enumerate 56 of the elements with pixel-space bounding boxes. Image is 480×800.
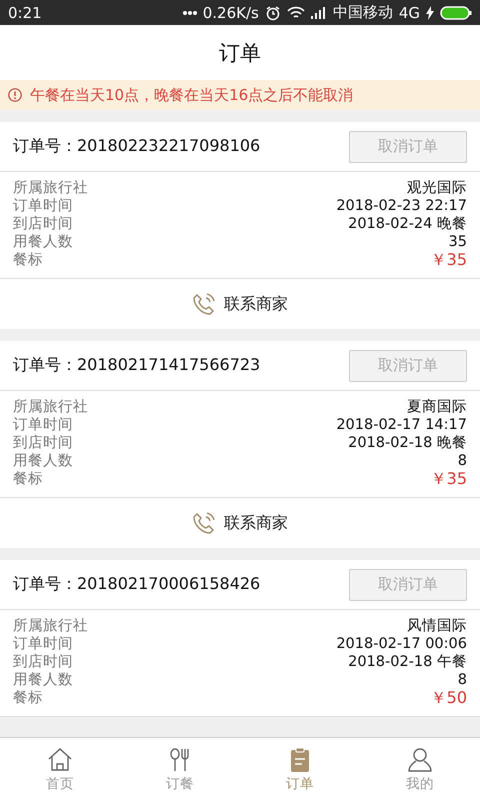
field-value: 2018-02-18 午餐 [348, 653, 467, 671]
field-label: 所属旅行社 [13, 617, 88, 635]
field-label: 餐标 [13, 251, 43, 269]
charging-icon [426, 6, 434, 20]
field-value: 8 [458, 671, 467, 689]
order-number: 订单号：201802170006158426 [13, 574, 260, 595]
nav-tab[interactable]: 首页 [0, 738, 120, 800]
field-value: 风情国际 [407, 617, 467, 635]
field-value: 夏商国际 [407, 398, 467, 416]
price-value: ￥35 [430, 470, 467, 488]
field-label: 到店时间 [13, 653, 73, 671]
nav-tab[interactable]: 我的 [360, 738, 480, 800]
field-label: 用餐人数 [13, 452, 73, 470]
nav-tab[interactable]: 订餐 [120, 738, 240, 800]
field-label: 餐标 [13, 470, 43, 488]
field-value: 8 [458, 452, 467, 470]
field-value: 2018-02-17 00:06 [336, 635, 467, 653]
signal-icon [310, 6, 327, 18]
dots-icon [182, 10, 197, 14]
alarm-icon [264, 4, 281, 20]
phone-icon [192, 292, 216, 316]
field-label: 到店时间 [13, 434, 73, 452]
carrier-name: 中国移动 [332, 3, 393, 22]
home-icon [46, 746, 74, 774]
battery-icon [440, 6, 472, 20]
network-speed: 0.26K/s [202, 4, 259, 22]
price-value: ￥50 [430, 689, 467, 707]
order-number: 订单号：201802171417566723 [13, 355, 260, 376]
nav-tab[interactable]: 订单 [240, 738, 360, 800]
contact-merchant-button[interactable]: 联系商家 [192, 511, 288, 535]
phone-icon [192, 511, 216, 535]
field-label: 所属旅行社 [13, 398, 88, 416]
field-value: 2018-02-18 晚餐 [348, 434, 467, 452]
field-value: 2018-02-24 晚餐 [348, 215, 467, 233]
notice-text: 午餐在当天10点，晚餐在当天16点之后不能取消 [30, 86, 354, 104]
field-label: 订单时间 [13, 197, 73, 215]
field-label: 用餐人数 [13, 671, 73, 689]
network-type: 4G [398, 4, 420, 22]
price-value: ￥35 [430, 251, 467, 269]
field-label: 订单时间 [13, 416, 73, 434]
field-value: 2018-02-17 14:17 [336, 416, 467, 434]
page-title: 订单 [219, 40, 261, 66]
warning-icon [8, 88, 22, 102]
field-value: 35 [448, 233, 467, 251]
field-label: 用餐人数 [13, 233, 73, 251]
field-label: 到店时间 [13, 215, 73, 233]
order-number: 订单号：201802232217098106 [13, 136, 260, 157]
field-value: 观光国际 [407, 179, 467, 197]
contact-merchant-button[interactable]: 联系商家 [192, 292, 288, 316]
field-label: 所属旅行社 [13, 179, 88, 197]
field-label: 餐标 [13, 689, 43, 707]
field-label: 订单时间 [13, 635, 73, 653]
person-icon [406, 746, 434, 774]
status-time: 0:21 [8, 4, 42, 22]
field-value: 2018-02-23 22:17 [336, 197, 467, 215]
wifi-icon [286, 6, 305, 20]
